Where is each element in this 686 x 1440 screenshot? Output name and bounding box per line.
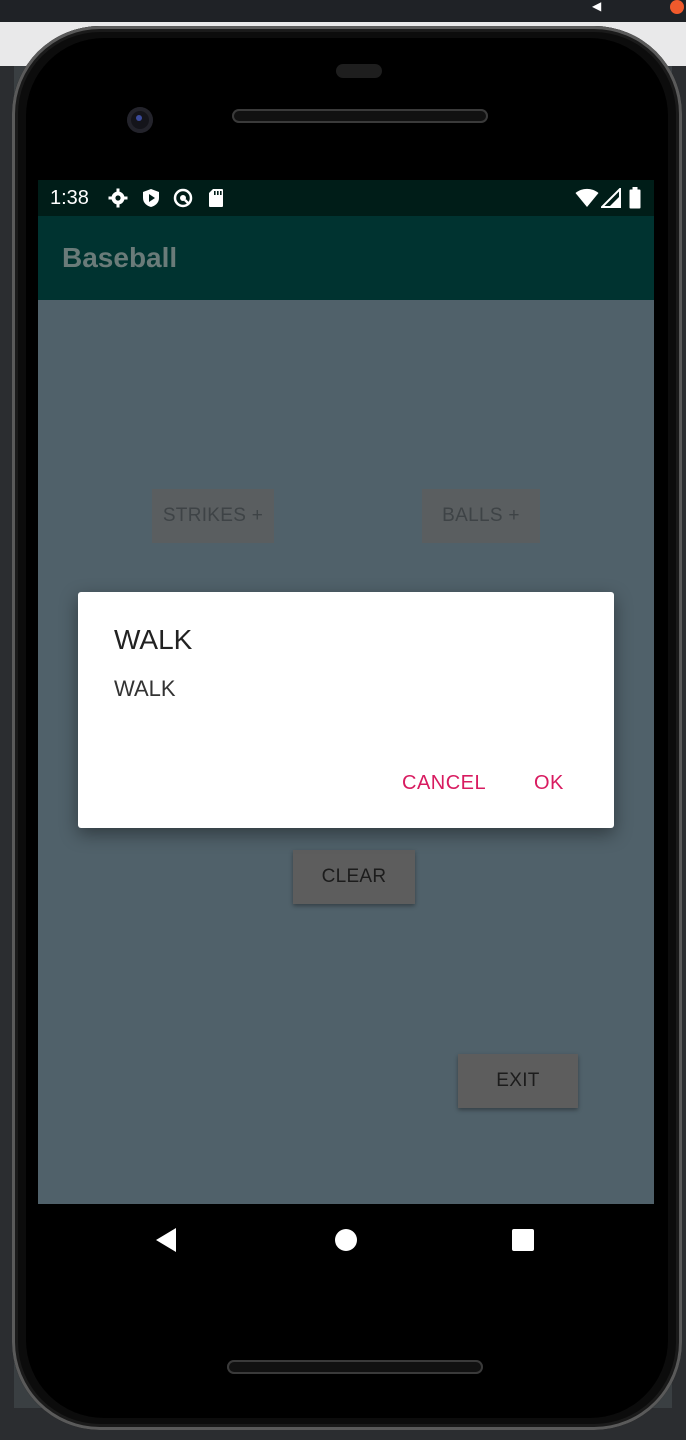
front-camera	[127, 107, 153, 133]
back-icon[interactable]	[152, 1226, 180, 1254]
app-title: Baseball	[62, 242, 178, 273]
walk-dialog: WALK WALK CANCEL OK	[78, 592, 614, 828]
host-top-bar: ◀	[0, 0, 686, 22]
dialog-ok-button[interactable]: OK	[534, 772, 564, 795]
status-time: 1:38	[50, 187, 89, 209]
vpn-icon	[173, 188, 193, 208]
settings-icon	[108, 188, 128, 208]
bottom-speaker	[227, 1360, 483, 1374]
wifi-icon	[575, 188, 599, 208]
home-icon[interactable]	[332, 1226, 360, 1254]
app-bar: Baseball	[38, 216, 654, 300]
device-screen: 1:38 Baseball STRIKES + BALLS + CLEAR EX…	[38, 180, 654, 1204]
balls-plus-button[interactable]: BALLS +	[422, 489, 540, 543]
sd-card-icon	[207, 188, 225, 208]
strikes-plus-button[interactable]: STRIKES +	[152, 489, 274, 543]
sensor-slot	[336, 64, 382, 78]
host-close-button[interactable]	[670, 0, 684, 14]
dialog-title: WALK	[114, 624, 193, 655]
navigation-bar	[38, 1204, 654, 1276]
dialog-cancel-button[interactable]: CANCEL	[402, 772, 486, 795]
cell-signal-icon	[601, 188, 621, 208]
dialog-message: WALK	[114, 676, 176, 701]
earpiece-speaker	[232, 109, 488, 123]
battery-icon	[628, 187, 642, 209]
clear-button[interactable]: CLEAR	[293, 850, 415, 904]
volume-icon: ◀	[592, 0, 602, 13]
status-bar: 1:38	[38, 180, 654, 216]
play-protect-icon	[141, 188, 161, 208]
exit-button[interactable]: EXIT	[458, 1054, 578, 1108]
recents-icon[interactable]	[509, 1226, 537, 1254]
